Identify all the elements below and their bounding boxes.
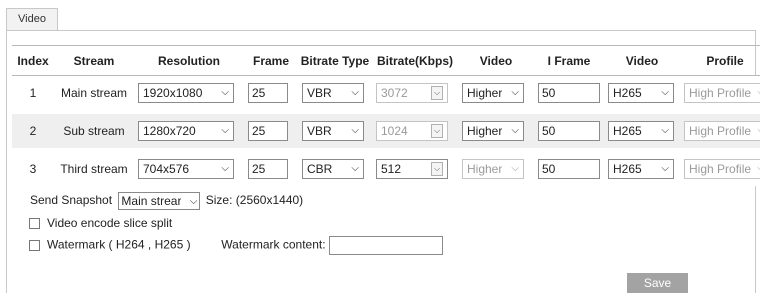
bitrate-select[interactable]: 3072 ⌵ (376, 82, 448, 103)
resolution-value: 704x576 (143, 161, 190, 176)
frame-rate-input[interactable]: 25 (248, 120, 288, 141)
video-encoding-select[interactable]: H265 ⌵ (608, 158, 674, 179)
chevron-down-icon: ⌵ (431, 85, 443, 100)
save-button[interactable]: Save (627, 273, 688, 293)
header-profile: Profile (680, 45, 760, 76)
video-encoding-value: H265 (613, 161, 642, 176)
bitrate-type-value: VBR (307, 85, 332, 100)
video-encoding-select[interactable]: H265 ⌵ (608, 82, 674, 103)
chevron-down-icon: ⌵ (221, 163, 229, 174)
watermark-row: Watermark ( H264 , H265 ) Watermark cont… (29, 236, 443, 255)
watermark-label: Watermark ( H264 , H265 ) (47, 237, 191, 252)
video-encoding-value: H265 (613, 85, 642, 100)
frame-rate-input[interactable]: 25 (248, 82, 288, 103)
row-index: 2 (12, 113, 54, 148)
row-stream-name: Sub stream (54, 113, 134, 148)
tab-video[interactable]: Video (6, 8, 58, 30)
slice-split-checkbox[interactable] (29, 218, 40, 230)
bitrate-value: 512 (381, 161, 402, 176)
resolution-select[interactable]: 1280x720 ⌵ (138, 120, 234, 141)
bitrate-select[interactable]: 512 ⌵ (376, 158, 448, 179)
tab-bar: Video (0, 0, 760, 30)
chevron-down-icon: ⌵ (221, 87, 229, 99)
header-video-quality: Video (458, 45, 534, 76)
resolution-value: 1920x1080 (143, 85, 203, 100)
watermark-content-input[interactable] (328, 236, 443, 255)
row-stream-name: Third stream (54, 151, 134, 186)
video-quality-value: Higher (467, 85, 503, 100)
video-encoding-select[interactable]: H265 ⌵ (608, 120, 674, 141)
bitrate-type-select[interactable]: VBR ⌵ (302, 82, 364, 103)
chevron-down-icon: ⌵ (511, 125, 519, 136)
chevron-down-icon: ⌵ (351, 163, 359, 174)
chevron-down-icon: ⌵ (351, 87, 359, 99)
snapshot-label: Send Snapshot (30, 193, 113, 208)
chevron-down-icon: ⌵ (431, 161, 443, 176)
video-quality-select[interactable]: Higher ⌵ (462, 120, 524, 141)
row-index: 3 (12, 151, 54, 186)
table-row: 3 Third stream 704x576 ⌵ 25 CBR ⌵ 512 ⌵ Hig… (12, 151, 760, 186)
table-row: 2 Sub stream 1280x720 ⌵ 25 VBR ⌵ 1024 ⌵ Hig… (12, 113, 760, 148)
header-i-frame: I Frame (534, 45, 604, 76)
row-index: 1 (12, 75, 54, 110)
table-header-row: Index Stream Resolution Frame Bitrate Ty… (12, 45, 760, 76)
chevron-down-icon: ⌵ (189, 195, 198, 207)
watermark-checkbox[interactable] (29, 240, 40, 251)
chevron-down-icon: ⌵ (661, 87, 669, 99)
video-quality-select[interactable]: Higher ⌵ (462, 158, 524, 179)
row-stream-name: Main stream (54, 75, 134, 110)
profile-value: High Profile (689, 85, 752, 100)
resolution-select[interactable]: 704x576 ⌵ (138, 158, 234, 179)
bitrate-type-value: CBR (307, 161, 333, 176)
profile-value: High Profile (689, 161, 752, 176)
header-stream: Stream (54, 45, 134, 76)
bitrate-type-select[interactable]: VBR ⌵ (302, 120, 364, 141)
slice-split-label: Video encode slice split (47, 216, 173, 230)
bitrate-value: 1024 (381, 123, 408, 138)
bitrate-type-select[interactable]: CBR ⌵ (302, 158, 364, 179)
bitrate-type-value: VBR (307, 123, 332, 138)
bitrate-select[interactable]: 1024 ⌵ (376, 120, 448, 141)
profile-select[interactable]: High Profile⌵ (684, 158, 760, 179)
resolution-value: 1280x720 (143, 123, 196, 138)
frame-rate-input[interactable]: 25 (248, 158, 288, 179)
header-index: Index (12, 45, 54, 76)
header-bitrate-type: Bitrate Type (298, 45, 372, 76)
header-video-encoding: Video (604, 45, 680, 76)
header-resolution: Resolution (134, 45, 244, 76)
resolution-select[interactable]: 1920x1080 ⌵ (138, 82, 234, 103)
video-quality-select[interactable]: Higher ⌵ (462, 82, 524, 103)
snapshot-stream-value: Main strear (121, 194, 182, 208)
chevron-down-icon: ⌵ (351, 125, 359, 136)
chevron-down-icon: ⌵ (661, 163, 669, 174)
slice-split-row: Video encode slice split (29, 216, 172, 230)
watermark-content-label: Watermark content: (221, 237, 326, 252)
snapshot-row: Send Snapshot Main strear ⌵ Size: (2560x1… (30, 192, 303, 210)
i-frame-input[interactable]: 50 (538, 120, 600, 141)
snapshot-size: Size: (2560x1440) (205, 193, 304, 208)
header-bitrate: Bitrate(Kbps) (372, 45, 458, 76)
video-quality-value: Higher (467, 161, 503, 176)
profile-select[interactable]: High Profile⌵ (684, 82, 760, 103)
chevron-down-icon: ⌵ (511, 87, 519, 99)
header-frame: Frame (244, 45, 298, 76)
video-quality-value: Higher (467, 123, 503, 138)
chevron-down-icon: ⌵ (661, 125, 669, 136)
video-encoding-value: H265 (613, 123, 642, 138)
chevron-down-icon: ⌵ (511, 163, 519, 174)
i-frame-input[interactable]: 50 (538, 82, 600, 103)
chevron-down-icon: ⌵ (431, 123, 443, 138)
i-frame-input[interactable]: 50 (538, 158, 600, 179)
video-stream-table: Index Stream Resolution Frame Bitrate Ty… (12, 45, 760, 186)
profile-select[interactable]: High Profile⌵ (684, 120, 760, 141)
table-row: 1 Main stream 1920x1080 ⌵ 25 VBR ⌵ 3072 ⌵ H… (12, 75, 760, 110)
snapshot-stream-select[interactable]: Main strear ⌵ (118, 192, 201, 210)
chevron-down-icon: ⌵ (221, 125, 229, 136)
profile-value: High Profile (689, 123, 752, 138)
bitrate-value: 3072 (381, 85, 408, 100)
